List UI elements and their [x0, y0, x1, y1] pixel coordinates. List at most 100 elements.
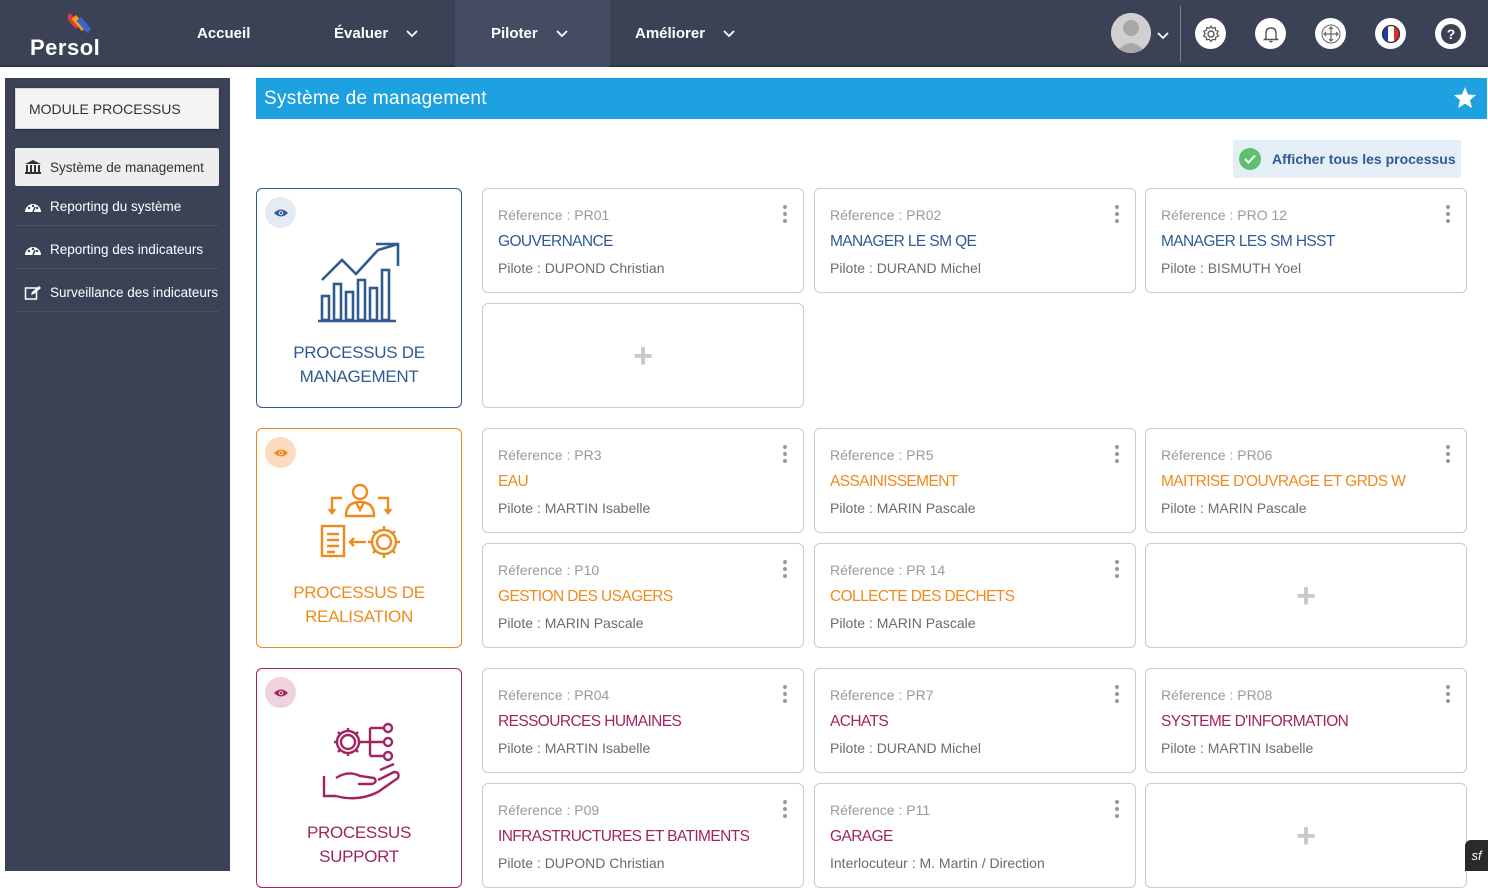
kebab-menu-icon[interactable] [1446, 445, 1452, 463]
kebab-menu-icon[interactable] [1115, 685, 1121, 703]
growth-chart-icon [307, 237, 413, 327]
process-ref: Réference : PR3 [498, 447, 602, 463]
group-card-support[interactable]: PROCESSUS SUPPORT [256, 668, 462, 888]
process-card[interactable]: Réference : PR3 EAU Pilote : MARTIN Isab… [482, 428, 804, 533]
process-ref: Réference : PR06 [1161, 447, 1273, 463]
debug-toolbar-badge[interactable]: sf [1465, 840, 1488, 871]
kebab-menu-icon[interactable] [783, 685, 789, 703]
process-name[interactable]: MANAGER LE SM QE [830, 233, 977, 251]
kebab-menu-icon[interactable] [783, 205, 789, 223]
process-name[interactable]: GARAGE [830, 828, 893, 846]
sidebar-item-label: Système de management [50, 159, 204, 175]
process-name[interactable]: MANAGER LES SM HSST [1161, 233, 1335, 251]
group-title-line2: REALISATION [305, 607, 413, 626]
process-card[interactable]: Réference : P11 GARAGE Interlocuteur : M… [814, 783, 1136, 888]
move-button[interactable] [1315, 18, 1346, 49]
app-logo[interactable]: Persol [30, 10, 110, 60]
sidebar-item-label: Reporting du système [50, 199, 182, 214]
app-name: Persol [30, 35, 101, 60]
process-card[interactable]: Réference : PR04 RESSOURCES HUMAINES Pil… [482, 668, 804, 773]
process-card[interactable]: Réference : PRO 12 MANAGER LES SM HSST P… [1145, 188, 1467, 293]
process-name[interactable]: ASSAINISSEMENT [830, 473, 958, 491]
process-ref: Réference : PR7 [830, 687, 934, 703]
sidebar-item-systeme-management[interactable]: Système de management [15, 148, 219, 186]
process-name[interactable]: ACHATS [830, 713, 889, 731]
gear-icon [1202, 24, 1219, 42]
process-card[interactable]: Réference : PR7 ACHATS Pilote : DURAND M… [814, 668, 1136, 773]
group-title: PROCESSUS DE MANAGEMENT [257, 341, 461, 389]
process-pilot: Pilote : MARIN Pascale [830, 500, 976, 516]
notifications-button[interactable] [1255, 18, 1286, 49]
add-process-button[interactable]: + [1145, 783, 1467, 888]
kebab-menu-icon[interactable] [783, 445, 789, 463]
nav-piloter[interactable]: Piloter [455, 0, 610, 67]
user-avatar[interactable] [1111, 13, 1151, 53]
process-ref: Réference : PR08 [1161, 687, 1273, 703]
plus-icon: + [1296, 576, 1316, 615]
process-name[interactable]: INFRASTRUCTURES ET BATIMENTS [498, 828, 750, 846]
process-ref: Réference : PR 14 [830, 562, 946, 578]
page-title: Système de management [264, 87, 487, 109]
process-pilot: Pilote : MARTIN Isabelle [498, 740, 651, 756]
process-pilot: Pilote : MARIN Pascale [830, 615, 976, 631]
process-name[interactable]: GESTION DES USAGERS [498, 588, 673, 606]
help-button[interactable]: ? [1435, 18, 1466, 49]
process-pilot: Pilote : DUPOND Christian [498, 855, 665, 871]
process-card[interactable]: Réference : PR01 GOUVERNANCE Pilote : DU… [482, 188, 804, 293]
bank-icon [24, 158, 42, 176]
eye-icon[interactable] [265, 677, 296, 708]
process-card[interactable]: Réference : PR08 SYSTEME D'INFORMATION P… [1145, 668, 1467, 773]
chevron-down-icon [556, 29, 568, 38]
nav-evaluer[interactable]: Évaluer [334, 0, 418, 67]
process-ref: Réference : PR5 [830, 447, 934, 463]
add-process-button[interactable]: + [482, 303, 804, 408]
nav-accueil[interactable]: Accueil [197, 0, 250, 67]
process-name[interactable]: RESSOURCES HUMAINES [498, 713, 682, 731]
eye-icon[interactable] [265, 197, 296, 228]
nav-ameliorer[interactable]: Améliorer [635, 0, 735, 67]
process-name[interactable]: EAU [498, 473, 529, 491]
chevron-down-icon[interactable] [1157, 27, 1169, 45]
show-all-processes-button[interactable]: Afficher tous les processus [1233, 140, 1461, 178]
language-button[interactable] [1375, 18, 1406, 49]
process-name[interactable]: GOUVERNANCE [498, 233, 613, 251]
eye-icon[interactable] [265, 437, 296, 468]
kebab-menu-icon[interactable] [1115, 800, 1121, 818]
kebab-menu-icon[interactable] [1446, 205, 1452, 223]
process-card[interactable]: Réference : PR5 ASSAINISSEMENT Pilote : … [814, 428, 1136, 533]
group-card-management[interactable]: PROCESSUS DE MANAGEMENT [256, 188, 462, 408]
process-name[interactable]: COLLECTE DES DECHETS [830, 588, 1015, 606]
group-title-line2: SUPPORT [319, 847, 399, 866]
group-title-line1: PROCESSUS DE [293, 583, 425, 602]
kebab-menu-icon[interactable] [783, 560, 789, 578]
kebab-menu-icon[interactable] [783, 800, 789, 818]
process-pilot: Pilote : MARTIN Isabelle [1161, 740, 1314, 756]
process-card[interactable]: Réference : PR02 MANAGER LE SM QE Pilote… [814, 188, 1136, 293]
svg-text:?: ? [1446, 26, 1455, 42]
nav-accueil-label: Accueil [197, 25, 251, 42]
process-card[interactable]: Réference : PR06 MAITRISE D'OUVRAGE ET G… [1145, 428, 1467, 533]
process-card[interactable]: Réference : PR 14 COLLECTE DES DECHETS P… [814, 543, 1136, 648]
process-ref: Réference : PR04 [498, 687, 610, 703]
sidebar-item-reporting-indicateurs[interactable]: Reporting des indicateurs [15, 231, 219, 269]
move-arrows-icon [1321, 24, 1340, 43]
sidebar-item-reporting-systeme[interactable]: Reporting du système [15, 188, 219, 226]
star-icon[interactable] [1453, 86, 1477, 115]
process-card[interactable]: Réference : P10 GESTION DES USAGERS Pilo… [482, 543, 804, 648]
kebab-menu-icon[interactable] [1446, 685, 1452, 703]
kebab-menu-icon[interactable] [1115, 560, 1121, 578]
process-pilot: Pilote : MARIN Pascale [1161, 500, 1307, 516]
kebab-menu-icon[interactable] [1115, 445, 1121, 463]
group-card-realisation[interactable]: PROCESSUS DE REALISATION [256, 428, 462, 648]
process-pilot: Pilote : DURAND Michel [830, 260, 981, 276]
process-name[interactable]: MAITRISE D'OUVRAGE ET GRDS W [1161, 473, 1406, 491]
kebab-menu-icon[interactable] [1115, 205, 1121, 223]
sidebar-item-surveillance-indicateurs[interactable]: Surveillance des indicateurs [15, 274, 219, 312]
logo-mark-icon [68, 12, 92, 34]
process-card[interactable]: Réference : P09 INFRASTRUCTURES ET BATIM… [482, 783, 804, 888]
settings-button[interactable] [1195, 18, 1226, 49]
add-process-button[interactable]: + [1145, 543, 1467, 648]
process-name[interactable]: SYSTEME D'INFORMATION [1161, 713, 1349, 731]
help-icon: ? [1440, 23, 1461, 44]
process-ref: Réference : PR02 [830, 207, 942, 223]
